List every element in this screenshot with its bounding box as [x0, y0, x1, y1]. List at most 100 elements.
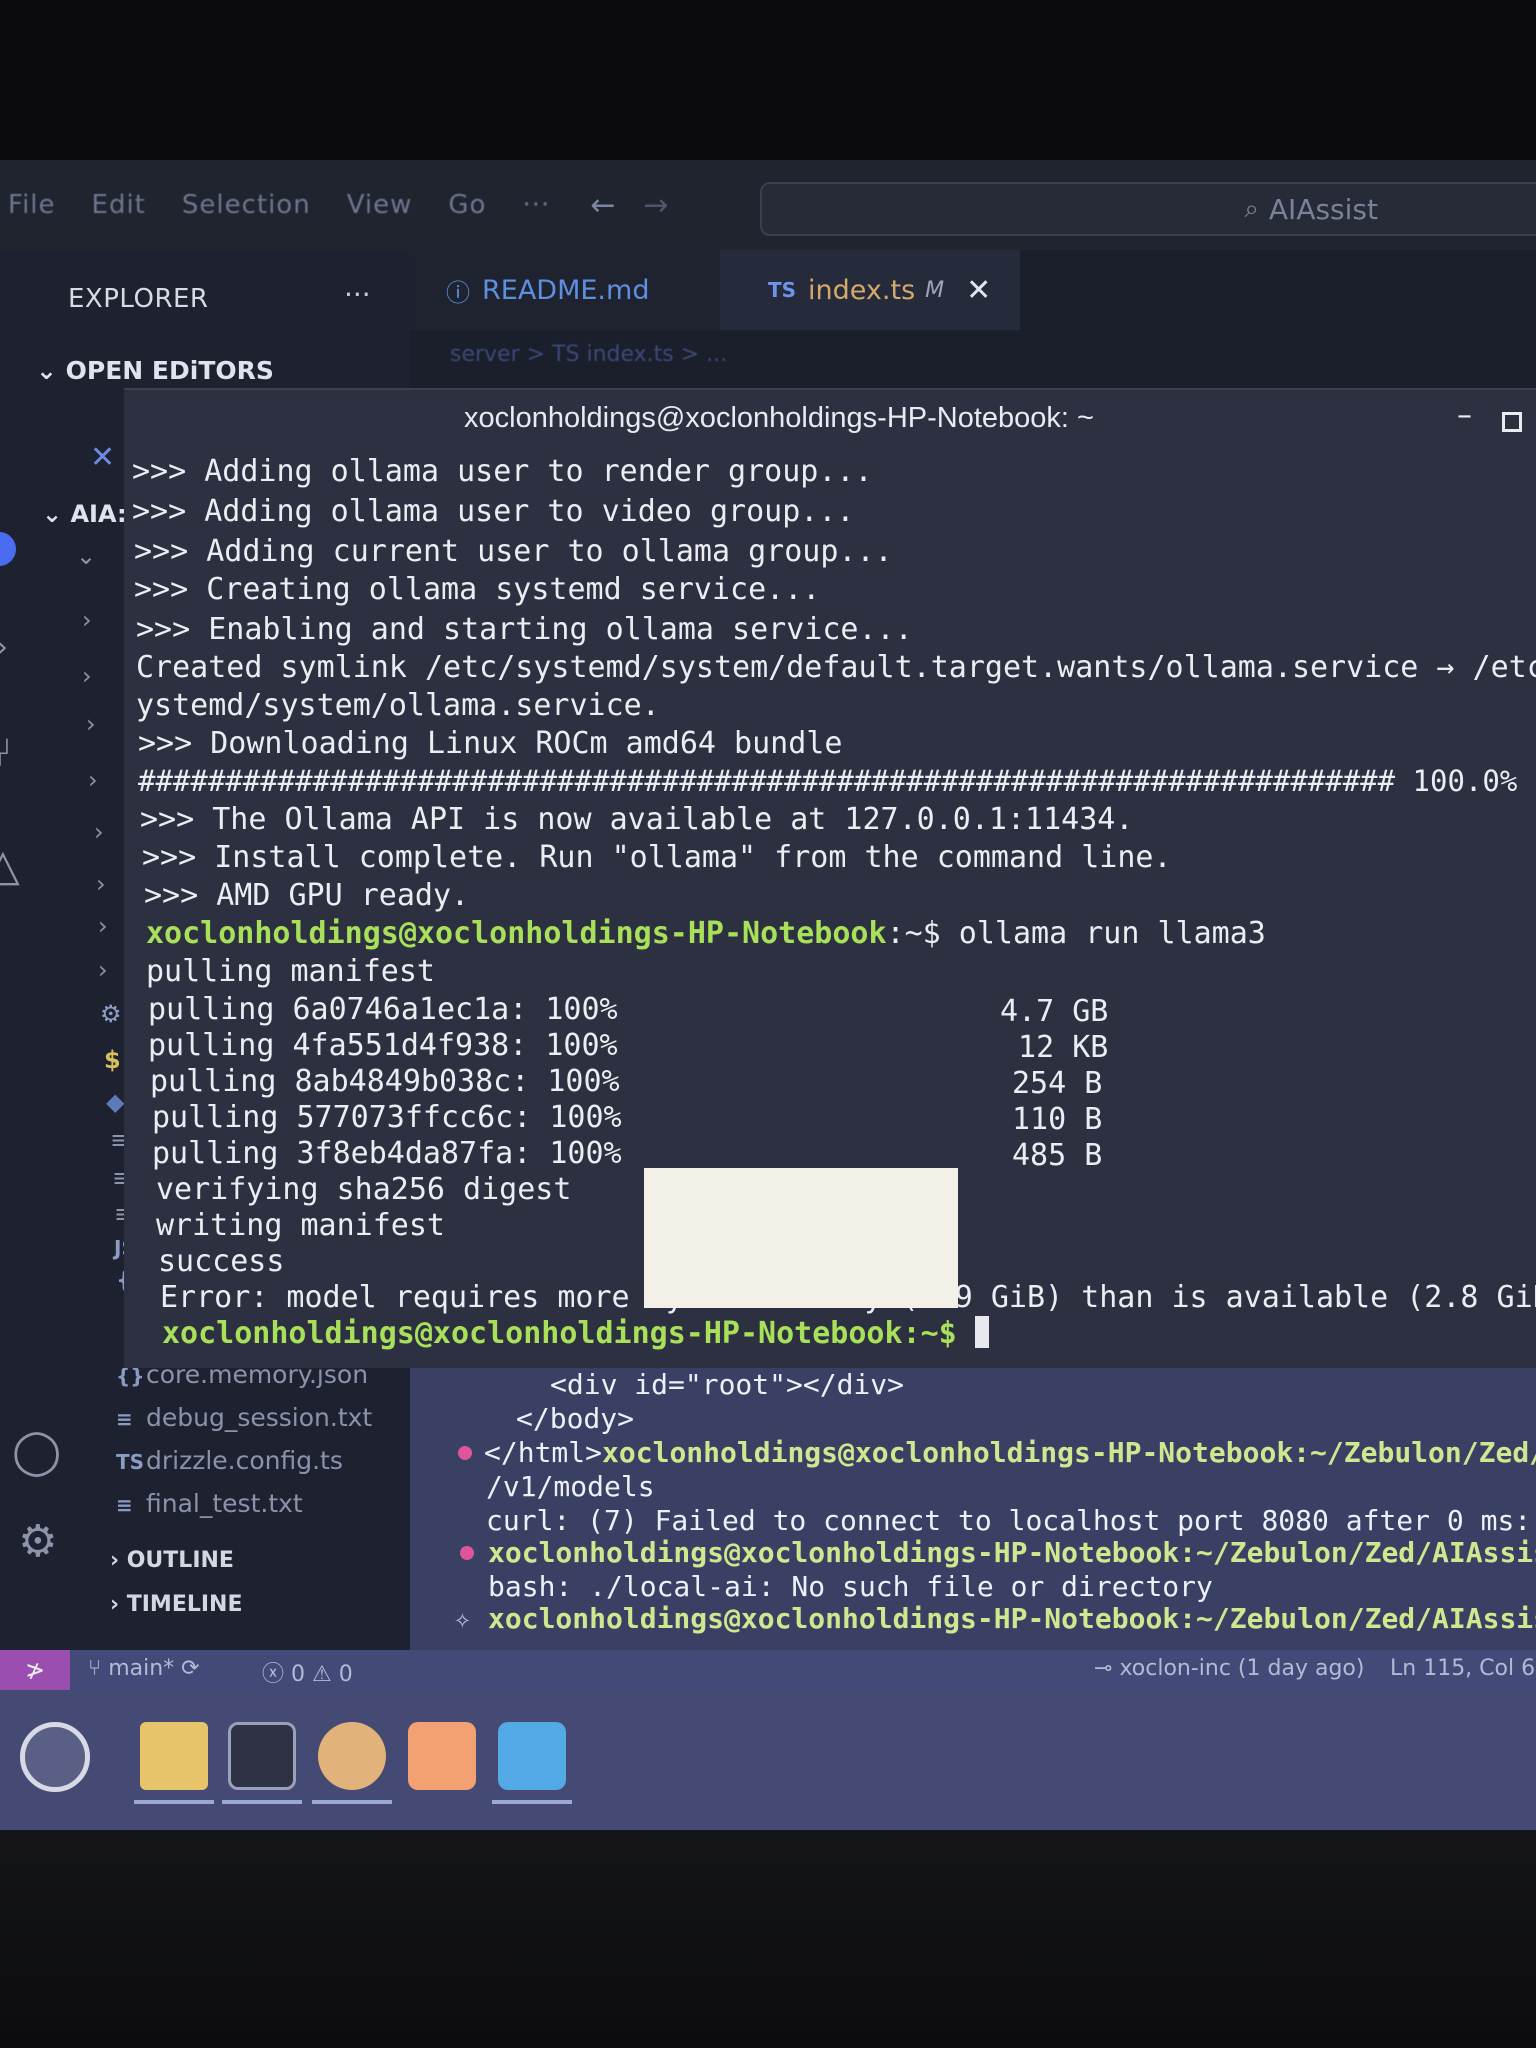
pull-line: pulling 8ab4849b038c: 100% [150, 1064, 620, 1099]
sync-icon: ⟳ [174, 1656, 200, 1681]
root-folder-label: AIA: [70, 500, 127, 528]
menu-file[interactable]: File [8, 190, 56, 220]
vscode-icon[interactable] [498, 1722, 566, 1790]
laptop-bezel [0, 1830, 1536, 2048]
terminal-line: verifying sha256 digest [156, 1172, 572, 1207]
terminal-line: >>> Downloading Linux ROCm amd64 bundle [138, 726, 843, 761]
integrated-terminal-panel[interactable]: <div id="root"></div> </body> </html>xoc… [410, 1368, 1536, 1652]
branch-indicator[interactable]: ⑂ main* ⟳ [88, 1656, 200, 1681]
root-folder[interactable]: ⌄ AIA: [42, 500, 127, 528]
file-name: drizzle.config.ts [146, 1446, 343, 1475]
folder-chevron-icon[interactable]: › [96, 870, 106, 898]
brave-browser-icon[interactable] [408, 1722, 476, 1790]
modified-badge: M [925, 277, 945, 303]
terminal-line: Created symlink /etc/systemd/system/defa… [136, 650, 1536, 685]
terminal-prompt: xoclonholdings@xoclonholdings-HP-Noteboo… [488, 1602, 1536, 1635]
active-indicator [312, 1800, 392, 1804]
account-icon[interactable]: ◯ [12, 1426, 61, 1477]
minimize-button[interactable]: – [1457, 398, 1472, 433]
close-icon[interactable]: ✕ [966, 273, 991, 308]
folder-chevron-icon[interactable]: › [98, 956, 108, 984]
command-line: xoclonholdings@xoclonholdings-HP-Noteboo… [146, 916, 1266, 951]
menu-more[interactable]: ··· [522, 190, 550, 220]
source-control-icon[interactable]: ⑂ [0, 730, 12, 776]
maximize-button[interactable] [1502, 412, 1522, 432]
forward-arrow-icon[interactable]: → [643, 188, 668, 223]
shell-file-icon: $ [104, 1046, 121, 1074]
terminal-line: ystemd/system/ollama.service. [136, 688, 660, 723]
diamond-file-icon: ◆ [106, 1088, 125, 1116]
breadcrumb[interactable]: server > TS index.ts > ... [450, 342, 727, 367]
terminal-prompt: xoclonholdings@xoclonholdings-HP-Noteboo… [488, 1536, 1536, 1569]
terminal-prompt: xoclonholdings@xoclonholdings-HP-Noteboo… [602, 1436, 1536, 1469]
explorer-more-button[interactable]: ··· [344, 278, 371, 311]
file-drizzle-config-ts[interactable]: TSdrizzle.config.ts [116, 1446, 343, 1475]
outline-label: OUTLINE [126, 1548, 234, 1573]
progress-hashes: ########################################… [138, 764, 1518, 798]
folder-chevron-icon[interactable]: › [94, 818, 104, 846]
terminal-line: >>> Install complete. Run "ollama" from … [142, 840, 1172, 875]
cursor-position[interactable]: Ln 115, Col 6 [1390, 1656, 1535, 1681]
pull-line: pulling 4fa551d4f938: 100% [148, 1028, 618, 1063]
gear-icon[interactable]: ⚙ [18, 1516, 57, 1567]
terminal-line: >>> Creating ollama systemd service... [134, 572, 821, 607]
folder-chevron-icon[interactable]: › [82, 606, 92, 634]
menu-edit[interactable]: Edit [92, 190, 146, 220]
active-indicator [134, 1800, 214, 1804]
menu-go[interactable]: Go [448, 190, 486, 220]
timeline-section[interactable]: › TIMELINE [110, 1592, 243, 1617]
blame-text: xoclon-inc (1 day ago) [1119, 1656, 1365, 1681]
final-prompt-line: xoclonholdings@xoclonholdings-HP-Noteboo… [162, 1316, 989, 1351]
terminal-prompt: xoclonholdings@xoclonholdings-HP-Noteboo… [146, 916, 887, 951]
tab-index-ts[interactable]: TS index.ts M ✕ [720, 250, 1020, 330]
explorer-title: EXPLORER [68, 284, 209, 314]
html-close-text: </html> [484, 1436, 603, 1469]
laptop-screen: File Edit Selection View Go ··· ← → ⌕ AI… [0, 160, 1536, 1830]
folder-chevron-icon[interactable]: › [86, 710, 96, 738]
sparkle-icon: ✧ [454, 1602, 471, 1635]
terminal-line: >>> Adding current user to ollama group.… [134, 534, 893, 569]
terminal-output-line: </html>xoclonholdings@xoclonholdings-HP-… [484, 1436, 1536, 1469]
pull-size: 485 B [1012, 1138, 1103, 1173]
terminal-line: >>> Adding ollama user to render group..… [132, 454, 873, 489]
pull-line: pulling 577073ffcc6c: 100% [152, 1100, 622, 1135]
command-text: ollama run llama3 [940, 916, 1266, 951]
folder-chevron-icon[interactable]: › [82, 662, 92, 690]
problems-indicator[interactable]: ⓧ 0 ⚠ 0 [262, 1656, 353, 1688]
tab-readme[interactable]: ⓘ README.md [410, 250, 720, 330]
terminal-line: pulling manifest [146, 954, 435, 989]
remote-indicator-icon[interactable]: ≯ [0, 1650, 70, 1690]
run-debug-icon[interactable]: › [0, 630, 8, 665]
extensions-icon[interactable]: △ [0, 840, 20, 891]
terminal-cursor [974, 1316, 989, 1348]
close-editor-icon[interactable]: ✕ [90, 440, 115, 475]
file-debug-session-txt[interactable]: ≡ debug_session.txt [116, 1403, 372, 1432]
command-center-search[interactable]: ⌕ AIAssist [760, 182, 1536, 236]
pull-size: 4.7 GB [1000, 994, 1109, 1029]
open-editors-section[interactable]: ⌄ OPEN EDiTORS [36, 356, 274, 385]
git-blame[interactable]: ⊸ xoclon-inc (1 day ago) [1094, 1656, 1364, 1681]
error-dot-icon [458, 1446, 472, 1460]
terminal-app-icon[interactable] [228, 1722, 296, 1790]
pull-size: 254 B [1012, 1066, 1103, 1101]
terminal-output-line: </body> [516, 1402, 635, 1435]
file-manager-icon[interactable] [140, 1722, 208, 1790]
menu-selection[interactable]: Selection [182, 190, 311, 220]
terminal-window[interactable]: xoclonholdings@xoclonholdings-HP-Noteboo… [124, 388, 1536, 1368]
folder-chevron-icon[interactable]: › [88, 766, 98, 794]
open-editors-label: OPEN EDiTORS [65, 356, 274, 385]
folder-chevron-icon[interactable]: ⌄ [76, 542, 96, 570]
outline-section[interactable]: › OUTLINE [110, 1548, 234, 1573]
terminal-output-line: curl: (7) Failed to connect to localhost… [486, 1504, 1536, 1537]
chrome-icon[interactable] [318, 1722, 386, 1790]
file-name: final_test.txt [146, 1489, 303, 1518]
file-final-test-txt[interactable]: ≡ final_test.txt [116, 1489, 303, 1518]
menu-view[interactable]: View [347, 190, 413, 220]
terminal-output-line: /v1/models [486, 1470, 655, 1503]
ts-file-icon: TS [116, 1450, 145, 1474]
taskbar [0, 1690, 1536, 1830]
mint-menu-icon[interactable] [20, 1722, 90, 1792]
search-label: AIAssist [1268, 192, 1378, 226]
folder-chevron-icon[interactable]: › [98, 912, 108, 940]
back-arrow-icon[interactable]: ← [590, 188, 615, 223]
